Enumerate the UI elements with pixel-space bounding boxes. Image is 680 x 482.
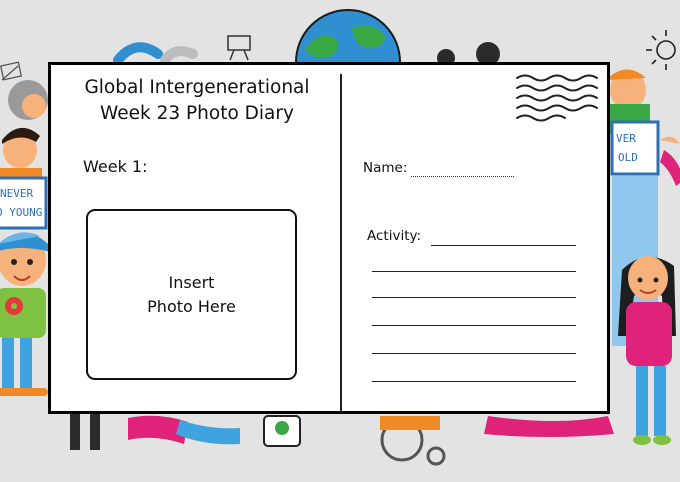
activity-field[interactable] — [431, 245, 576, 246]
name-label: Name: — [363, 160, 408, 176]
photo-placeholder-line-2: Photo Here — [147, 296, 236, 316]
activity-line[interactable] — [372, 381, 576, 382]
activity-line[interactable] — [372, 297, 576, 298]
page-title: Global Intergenerational Week 23 Photo D… — [51, 75, 343, 127]
sign-left: NEVER O YOUNG — [0, 176, 48, 230]
activity-line[interactable] — [372, 325, 576, 326]
sign-left-line2: O YOUNG — [0, 206, 42, 219]
activity-line[interactable] — [372, 353, 576, 354]
sign-right: VER OLD — [610, 120, 660, 176]
photo-placeholder[interactable]: Insert Photo Here — [86, 209, 297, 380]
sign-left-line1: NEVER — [0, 187, 33, 200]
week-label: Week 1: — [83, 157, 148, 176]
card-divider — [340, 74, 342, 411]
name-field[interactable] — [411, 176, 514, 177]
sign-right-line2: OLD — [618, 151, 638, 164]
sun-icon — [646, 30, 676, 70]
title-line-1: Global Intergenerational — [84, 77, 310, 98]
activity-label: Activity: — [367, 228, 422, 244]
photo-placeholder-line-1: Insert — [168, 272, 215, 292]
postmark-icon — [516, 74, 598, 122]
postcard: Global Intergenerational Week 23 Photo D… — [48, 62, 610, 414]
activity-line[interactable] — [372, 271, 576, 272]
title-line-2: Week 23 Photo Diary — [100, 103, 294, 124]
sign-right-line1: VER — [616, 132, 636, 145]
